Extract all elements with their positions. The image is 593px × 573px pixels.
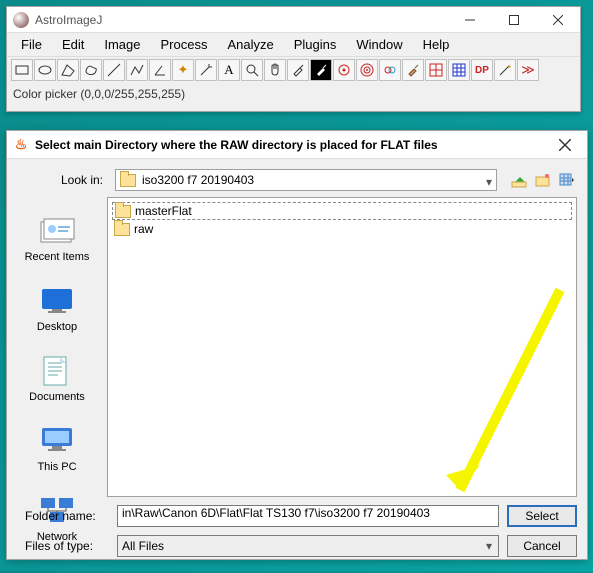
folder-icon — [114, 223, 130, 236]
place-label: This PC — [37, 461, 76, 473]
folder-name-label: Folder name: — [17, 509, 109, 523]
toolbar: ✦ A DP ≫ — [7, 56, 580, 83]
app-icon — [13, 12, 29, 28]
status-text: Color picker (0,0,0/255,255,255) — [13, 87, 185, 101]
file-type-row: Files of type: All Files ▾ Cancel — [17, 535, 577, 557]
astroimagej-window: AstroImageJ File Edit Image Process Anal… — [6, 6, 581, 112]
this-pc-icon — [37, 425, 77, 457]
file-name: raw — [134, 222, 153, 236]
dialog-titlebar: ♨ Select main Directory where the RAW di… — [7, 131, 587, 159]
concentric-target-icon[interactable] — [356, 59, 378, 81]
menu-edit[interactable]: Edit — [52, 35, 94, 54]
folder-name-input[interactable]: in\Raw\Canon 6D\Flat\Flat TS130 f7\iso32… — [117, 505, 499, 527]
dialog-bottom: Folder name: in\Raw\Canon 6D\Flat\Flat T… — [7, 497, 587, 573]
folder-icon — [115, 205, 131, 218]
close-button[interactable] — [536, 7, 580, 33]
app-title: AstroImageJ — [35, 13, 448, 27]
place-recent[interactable]: Recent Items — [25, 215, 90, 263]
view-options-icon[interactable] — [557, 170, 577, 190]
documents-icon — [37, 355, 77, 387]
file-list-area[interactable]: masterFlat raw — [107, 197, 577, 497]
select-button[interactable]: Select — [507, 505, 577, 527]
menubar: File Edit Image Process Analyze Plugins … — [7, 33, 580, 56]
look-in-select[interactable]: iso3200 f7 20190403 ▾ — [115, 169, 497, 191]
place-label: Documents — [29, 391, 85, 403]
select-directory-dialog: ♨ Select main Directory where the RAW di… — [6, 130, 588, 560]
files-type-label: Files of type: — [17, 539, 109, 553]
look-in-value: iso3200 f7 20190403 — [142, 173, 254, 187]
text-tool-icon[interactable]: A — [218, 59, 240, 81]
look-in-row: Look in: iso3200 f7 20190403 ▾ — [7, 159, 587, 197]
desktop-icon — [37, 285, 77, 317]
menu-help[interactable]: Help — [413, 35, 460, 54]
wand-tool-icon[interactable] — [195, 59, 217, 81]
nav-icons — [509, 170, 577, 190]
dialog-close-button[interactable] — [543, 131, 587, 159]
more-tools-icon[interactable]: ≫ — [517, 59, 539, 81]
file-list: masterFlat raw — [112, 202, 572, 237]
segmented-line-icon[interactable] — [126, 59, 148, 81]
dp-tool-icon[interactable]: DP — [471, 59, 493, 81]
double-target-icon[interactable] — [379, 59, 401, 81]
new-folder-icon[interactable] — [533, 170, 553, 190]
menu-file[interactable]: File — [11, 35, 52, 54]
filled-dropper-icon[interactable] — [310, 59, 332, 81]
place-label: Desktop — [37, 321, 77, 333]
files-type-select[interactable]: All Files ▾ — [117, 535, 499, 557]
menu-process[interactable]: Process — [151, 35, 218, 54]
brush-icon[interactable] — [402, 59, 424, 81]
list-item[interactable]: raw — [112, 221, 572, 237]
place-documents[interactable]: Documents — [29, 355, 85, 403]
angle-tool-icon[interactable] — [149, 59, 171, 81]
main-titlebar: AstroImageJ — [7, 7, 580, 33]
magnifier-icon[interactable] — [241, 59, 263, 81]
statusbar: Color picker (0,0,0/255,255,255) — [7, 83, 580, 111]
dialog-body: Recent Items Desktop Documents This PC — [7, 197, 587, 497]
dropper-icon[interactable] — [287, 59, 309, 81]
sparkle-icon[interactable] — [494, 59, 516, 81]
look-in-label: Look in: — [17, 173, 109, 187]
hand-scroll-icon[interactable] — [264, 59, 286, 81]
line-tool-icon[interactable] — [103, 59, 125, 81]
up-one-level-icon[interactable] — [509, 170, 529, 190]
folder-icon — [120, 174, 136, 187]
file-name: masterFlat — [135, 204, 192, 218]
oval-select-icon[interactable] — [34, 59, 56, 81]
cancel-button[interactable]: Cancel — [507, 535, 577, 557]
folder-name-row: Folder name: in\Raw\Canon 6D\Flat\Flat T… — [17, 505, 577, 527]
folder-name-value: in\Raw\Canon 6D\Flat\Flat TS130 f7\iso32… — [122, 506, 430, 520]
window-controls — [448, 7, 580, 33]
recent-items-icon — [37, 215, 77, 247]
place-label: Recent Items — [25, 251, 90, 263]
menu-analyze[interactable]: Analyze — [217, 35, 283, 54]
dialog-title: Select main Directory where the RAW dire… — [35, 138, 543, 152]
place-thispc[interactable]: This PC — [37, 425, 77, 473]
multi-point-icon[interactable]: ✦ — [172, 59, 194, 81]
polygon-select-icon[interactable] — [57, 59, 79, 81]
chevron-down-icon: ▾ — [486, 175, 492, 189]
chevron-down-icon: ▾ — [486, 539, 492, 553]
menu-image[interactable]: Image — [94, 35, 150, 54]
grid4-icon[interactable] — [425, 59, 447, 81]
maximize-button[interactable] — [492, 7, 536, 33]
minimize-button[interactable] — [448, 7, 492, 33]
list-item[interactable]: masterFlat — [112, 202, 572, 220]
java-icon: ♨ — [13, 137, 29, 153]
menu-window[interactable]: Window — [346, 35, 412, 54]
menu-plugins[interactable]: Plugins — [284, 35, 347, 54]
places-sidebar: Recent Items Desktop Documents This PC — [7, 197, 107, 497]
target-icon[interactable] — [333, 59, 355, 81]
rectangle-select-icon[interactable] — [11, 59, 33, 81]
files-type-value: All Files — [122, 539, 164, 553]
grid5-icon[interactable] — [448, 59, 470, 81]
freehand-select-icon[interactable] — [80, 59, 102, 81]
place-desktop[interactable]: Desktop — [37, 285, 77, 333]
